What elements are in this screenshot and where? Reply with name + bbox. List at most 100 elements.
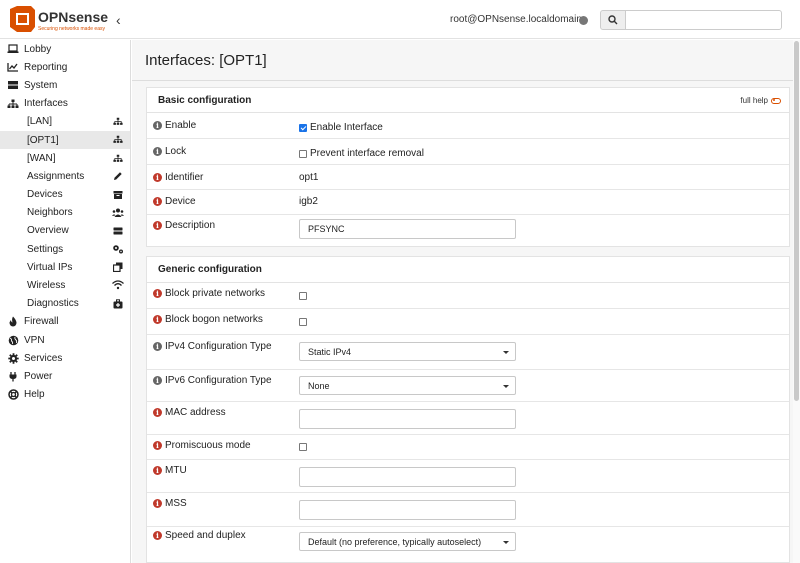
enable-row: i Enable Enable Interface [147, 113, 789, 139]
lock-row: i Lock Prevent interface removal [147, 139, 789, 165]
identifier-label: i Identifier [153, 172, 203, 183]
info-icon[interactable]: i [153, 121, 162, 130]
sidebar-subitem-settings[interactable]: Settings [0, 240, 130, 258]
block-bogon-checkbox-group[interactable] [299, 318, 310, 326]
speed-duplex-select[interactable]: Default (no preference, typically autose… [299, 532, 516, 551]
info-icon[interactable]: i [153, 531, 162, 540]
sidebar-subitem-diagnostics[interactable]: Diagnostics [0, 295, 130, 313]
mtu-label: i MTU [153, 465, 187, 476]
scrollbar-thumb[interactable] [794, 41, 799, 401]
status-indicator-icon[interactable] [579, 16, 588, 25]
cogs-icon [112, 243, 124, 255]
search-button[interactable] [600, 10, 626, 30]
sidebar-item-label: Lobby [24, 43, 52, 55]
sidebar-item-services[interactable]: Services [0, 349, 130, 367]
collapse-sidebar-icon[interactable]: ‹ [116, 12, 121, 28]
sidebar-subitem-label: Settings [27, 243, 64, 255]
description-label: i Description [153, 220, 215, 231]
select-value: Static IPv4 [308, 346, 352, 357]
sidebar-subitem-label: [OPT1] [27, 134, 59, 146]
field-label: Device [165, 196, 196, 207]
sidebar-item-power[interactable]: Power [0, 367, 130, 385]
mtu-input[interactable] [299, 467, 516, 487]
info-icon[interactable]: i [153, 147, 162, 156]
field-label: Block bogon networks [165, 314, 263, 325]
sidebar-subitem-overview[interactable]: Overview [0, 222, 130, 240]
mac-address-row: i MAC address [147, 402, 789, 435]
sidebar-subitem-label: Overview [27, 225, 69, 237]
info-icon[interactable]: i [153, 408, 162, 417]
enable-checkbox-group[interactable]: Enable Interface [299, 122, 383, 133]
block-private-checkbox-group[interactable] [299, 292, 310, 300]
field-label: Enable [165, 120, 197, 131]
svg-text:OPNsense: OPNsense [38, 9, 108, 25]
sidebar-subitem-assignments[interactable]: Assignments [0, 167, 130, 185]
checkbox-label: Enable Interface [310, 122, 383, 133]
sidebar-item-label: Interfaces [24, 98, 68, 110]
speed-duplex-row: i Speed and duplex Default (no preferenc… [147, 527, 789, 553]
pencil-icon [112, 170, 124, 182]
chevron-down-icon [503, 351, 509, 354]
sidebar-item-system[interactable]: System [0, 76, 130, 94]
ipv6-type-label: i IPv6 Configuration Type [153, 375, 272, 386]
info-icon[interactable]: i [153, 466, 162, 475]
info-icon[interactable]: i [153, 197, 162, 206]
opnsense-logo[interactable]: OPNsense Securing networks made easy [7, 5, 112, 35]
title-divider [132, 80, 800, 81]
field-label: MSS [165, 498, 187, 509]
sidebar-subitem-virtual-ips[interactable]: Virtual IPs [0, 258, 130, 276]
sidebar-item-lobby[interactable]: Lobby [0, 40, 130, 58]
sidebar-item-firewall[interactable]: Firewall [0, 313, 130, 331]
enable-checkbox[interactable] [299, 123, 307, 132]
sidebar-item-label: Services [24, 352, 63, 364]
laptop-icon [7, 43, 19, 55]
mac-address-input[interactable] [299, 409, 516, 429]
info-icon[interactable]: i [153, 221, 162, 230]
svg-text:Securing networks made easy: Securing networks made easy [38, 26, 105, 32]
speed-duplex-label: i Speed and duplex [153, 530, 246, 541]
full-help-toggle[interactable]: full help [740, 96, 781, 105]
sidebar-item-vpn[interactable]: VPN [0, 331, 130, 349]
field-label: Description [165, 220, 216, 231]
user-account[interactable]: root@OPNsense.localdomain [450, 14, 582, 25]
mtu-row: i MTU [147, 460, 789, 493]
promiscuous-checkbox-group[interactable] [299, 443, 310, 451]
toggle-icon [771, 97, 781, 104]
sidebar-item-reporting[interactable]: Reporting [0, 58, 130, 76]
ipv4-type-select[interactable]: Static IPv4 [299, 342, 516, 361]
mss-input[interactable] [299, 500, 516, 520]
sidebar-subitem-devices[interactable]: Devices [0, 186, 130, 204]
sidebar-item-help[interactable]: Help [0, 386, 130, 404]
info-icon[interactable]: i [153, 315, 162, 324]
main-content: Interfaces: [OPT1] Basic configuration f… [132, 40, 800, 563]
mss-label: i MSS [153, 498, 187, 509]
info-icon[interactable]: i [153, 499, 162, 508]
sidebar-subitem-wan[interactable]: [WAN] [0, 149, 130, 167]
full-help-label: full help [740, 96, 768, 105]
info-icon[interactable]: i [153, 173, 162, 182]
info-icon[interactable]: i [153, 376, 162, 385]
lock-checkbox[interactable] [299, 149, 307, 158]
info-icon[interactable]: i [153, 342, 162, 351]
block-bogon-checkbox[interactable] [299, 318, 307, 326]
sidebar-item-interfaces[interactable]: Interfaces [0, 95, 130, 113]
sitemap-icon [112, 152, 124, 164]
device-value: igb2 [299, 196, 318, 207]
description-input[interactable]: PFSYNC [299, 219, 516, 239]
block-bogon-row: i Block bogon networks [147, 309, 789, 335]
search-input[interactable] [625, 10, 782, 30]
ipv6-type-select[interactable]: None [299, 376, 516, 395]
generic-configuration-heading: Generic configuration [147, 257, 789, 283]
select-value: Default (no preference, typically autose… [308, 536, 482, 547]
promiscuous-checkbox[interactable] [299, 443, 307, 451]
sidebar-subitem-neighbors[interactable]: Neighbors [0, 204, 130, 222]
info-icon[interactable]: i [153, 289, 162, 298]
lock-checkbox-group[interactable]: Prevent interface removal [299, 148, 424, 159]
sidebar-subitem-lan[interactable]: [LAN] [0, 113, 130, 131]
sidebar-subitem-opt1[interactable]: [OPT1] [0, 130, 130, 150]
basic-configuration-panel: Basic configuration full help i Enable E… [146, 87, 790, 247]
sidebar-subitem-wireless[interactable]: Wireless [0, 276, 130, 294]
sidebar-subitem-label: Assignments [27, 170, 85, 182]
info-icon[interactable]: i [153, 441, 162, 450]
block-private-checkbox[interactable] [299, 292, 307, 300]
